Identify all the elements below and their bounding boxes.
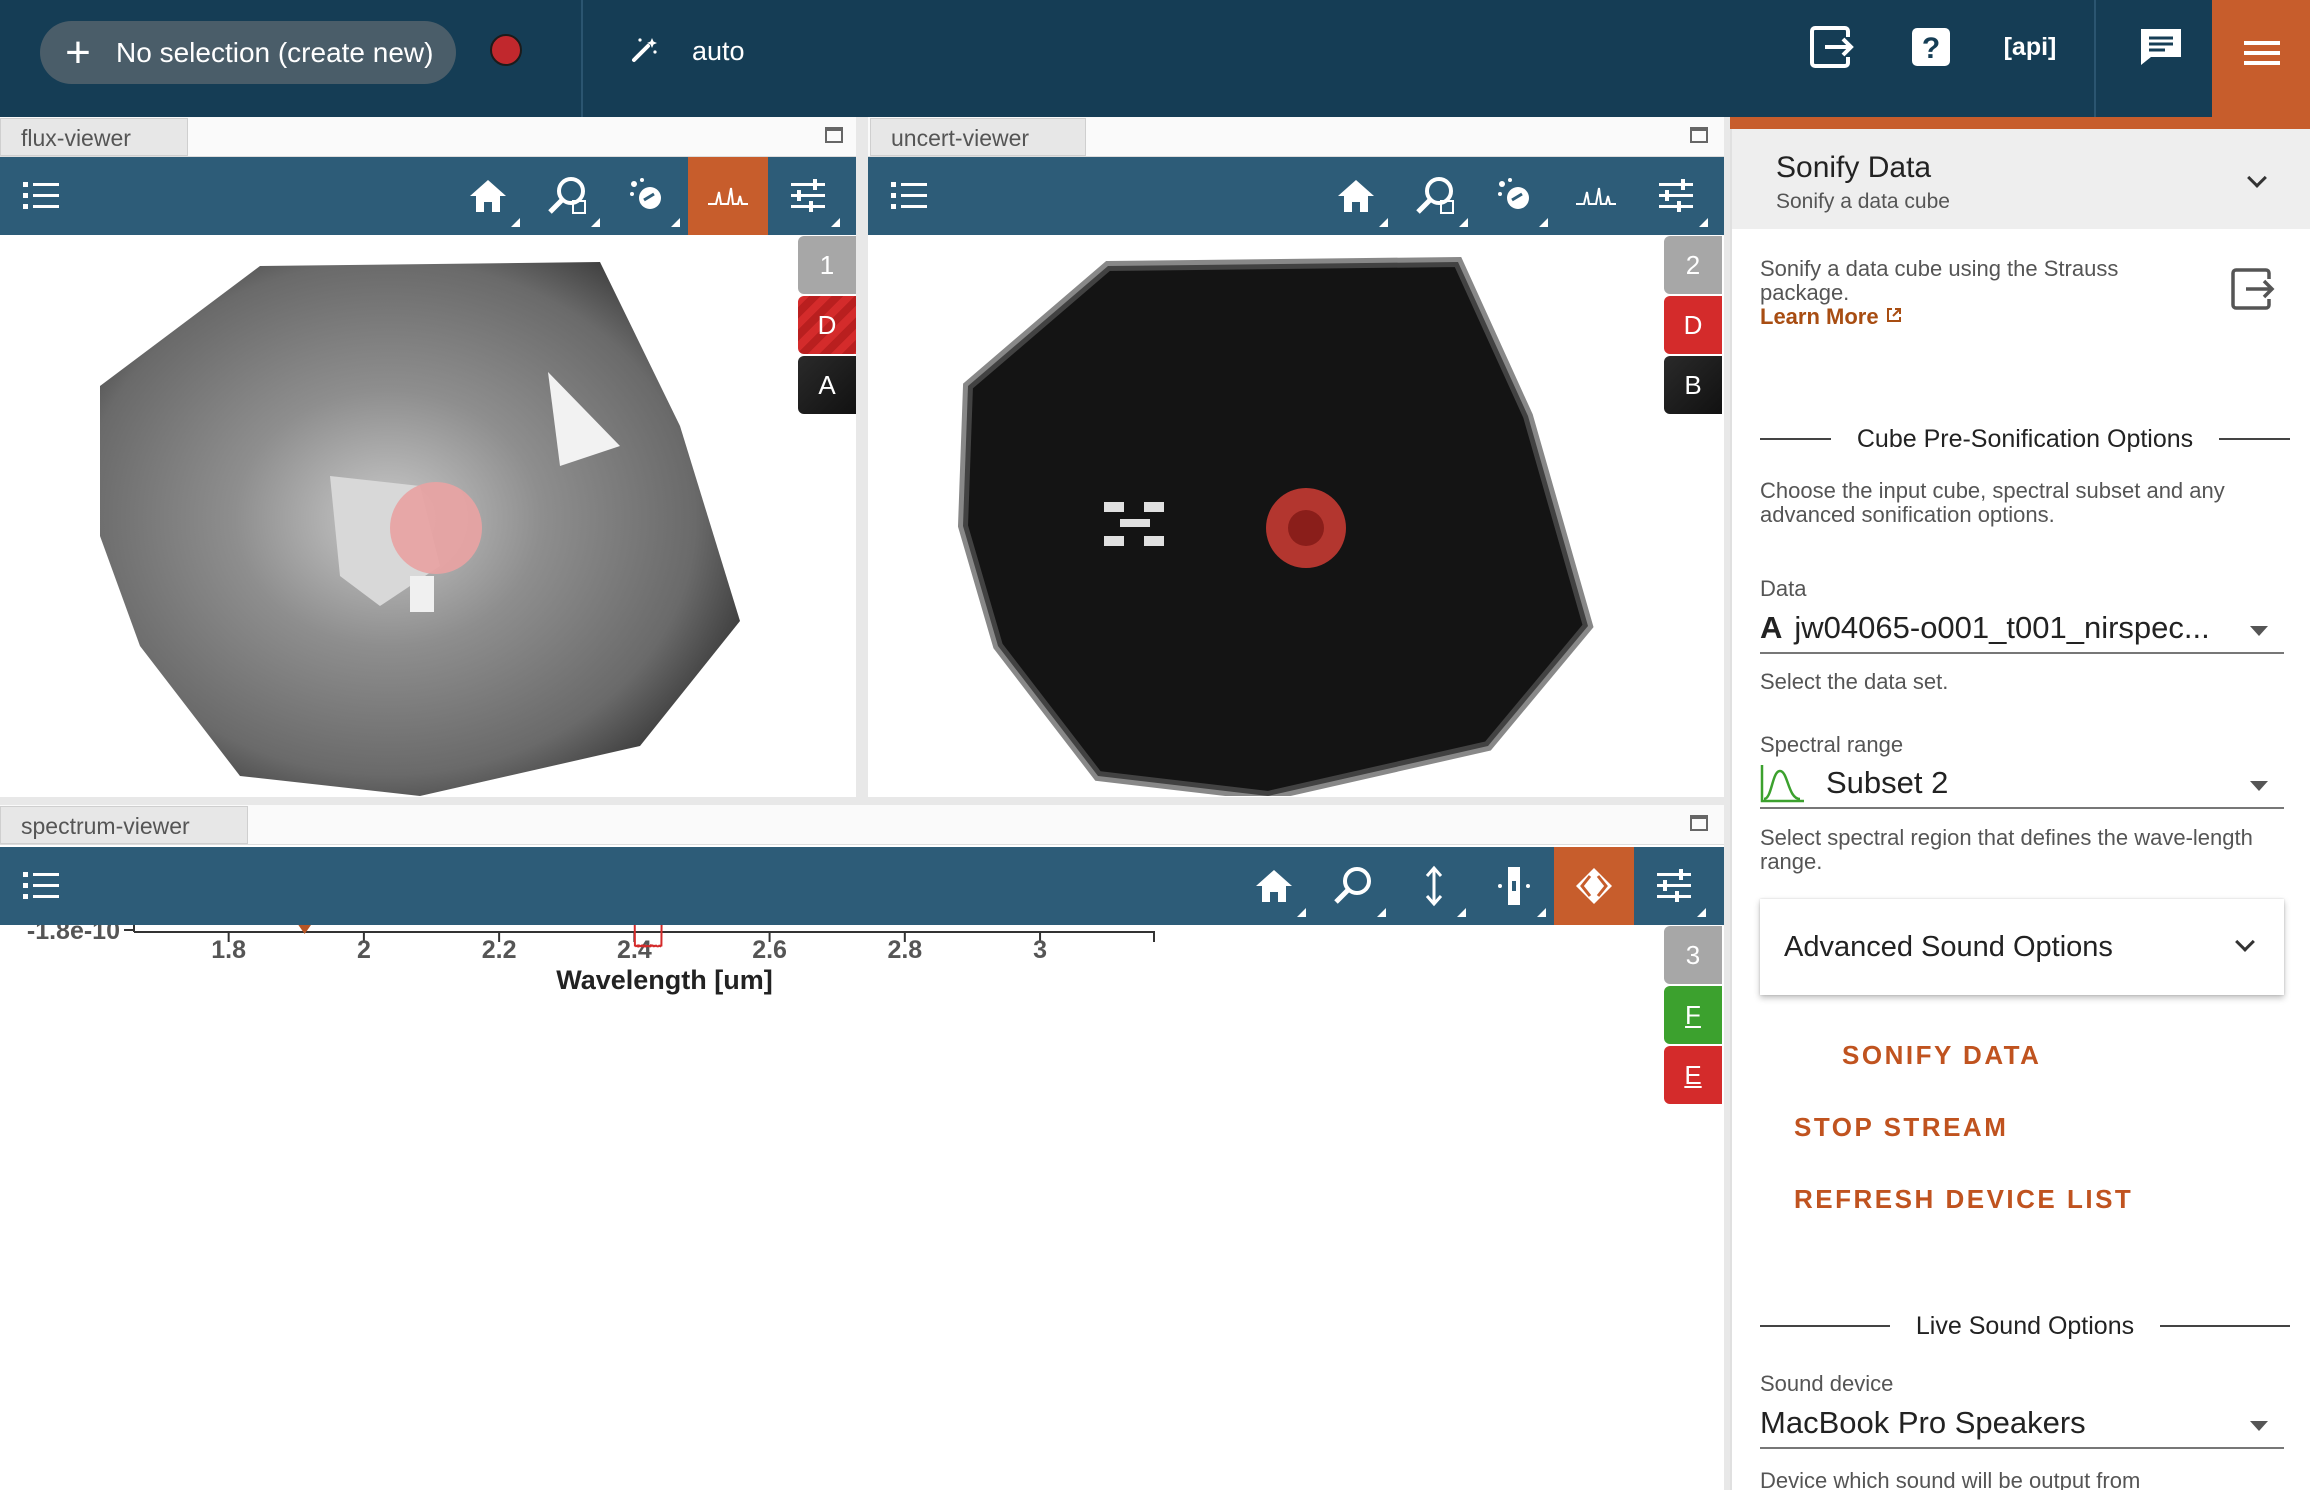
live-section-title: Live Sound Options xyxy=(1915,1311,2135,1340)
export-icon[interactable] xyxy=(1808,22,1858,72)
settings-icon[interactable] xyxy=(1636,157,1716,235)
toolbar-divider xyxy=(2094,0,2096,117)
external-link-icon xyxy=(1886,308,1901,322)
home-icon[interactable] xyxy=(1316,157,1396,235)
help-icon[interactable]: ? xyxy=(1906,22,1956,72)
viewer-splitter[interactable] xyxy=(856,117,868,797)
chevron-down-icon xyxy=(2250,626,2268,636)
learn-more-label: Learn More xyxy=(1760,304,1879,329)
spectral-range-value: Subset 2 xyxy=(1826,765,1949,800)
plugin-header[interactable]: Sonify Data Sonify a data cube xyxy=(1732,129,2310,229)
cube-section-title: Cube Pre-Sonification Options xyxy=(1856,424,2194,453)
x-tick-label: 2.8 xyxy=(887,936,922,964)
sound-device-value: MacBook Pro Speakers xyxy=(1760,1405,2086,1440)
uncert-viewer-toolbar xyxy=(868,157,1724,235)
magic-wand-icon[interactable] xyxy=(628,34,660,74)
data-field-hint: Select the data set. xyxy=(1760,669,1949,694)
flux-viewer-toolbar xyxy=(0,157,856,235)
pan-vertical-icon[interactable] xyxy=(1394,847,1474,925)
x-tick-label: 3 xyxy=(1033,936,1047,964)
spectral-range-label: Spectral range xyxy=(1760,732,1904,757)
spectrum-viewer-tabstrip xyxy=(0,805,1724,845)
x-tick-label: 2.6 xyxy=(752,936,787,964)
home-icon[interactable] xyxy=(448,157,528,235)
plugin-subtitle: Sonify a data cube xyxy=(1776,190,1950,213)
subset-mode-label[interactable]: auto xyxy=(692,36,745,67)
spectrum-icon[interactable] xyxy=(1556,157,1636,235)
refresh-device-list-button[interactable]: REFRESH DEVICE LIST xyxy=(1794,1184,2133,1215)
spectral-range-select[interactable]: Subset 2 xyxy=(1760,759,2284,809)
advanced-sound-options-label: Advanced Sound Options xyxy=(1784,931,2113,963)
settings-icon[interactable] xyxy=(1634,847,1714,925)
chevron-down-icon xyxy=(2250,781,2268,791)
uncert-viewer-tab[interactable]: uncert-viewer xyxy=(870,118,1086,156)
cube-section-header: Cube Pre-Sonification Options xyxy=(1760,424,2291,454)
top-app-bar: + No selection (create new) auto ? [api] xyxy=(0,0,2310,117)
plugin-title: Sonify Data xyxy=(1776,151,1932,184)
flux-cube-image[interactable] xyxy=(0,236,856,796)
data-select-value: jw04065-o001_t001_nirspec... xyxy=(1794,610,2210,645)
maximize-icon[interactable] xyxy=(1690,815,1708,831)
uncert-cube-image[interactable] xyxy=(868,236,1724,796)
subset-select-label: No selection (create new) xyxy=(116,36,434,68)
sound-device-label: Sound device xyxy=(1760,1371,1894,1396)
zoom-icon[interactable] xyxy=(1396,157,1476,235)
live-section-header: Live Sound Options xyxy=(1760,1311,2291,1341)
export-icon[interactable] xyxy=(2230,267,2278,316)
data-prefix: A xyxy=(1760,610,1783,645)
plus-icon: + xyxy=(65,27,91,77)
maximize-icon[interactable] xyxy=(1690,127,1708,143)
stop-stream-button[interactable]: STOP STREAM xyxy=(1794,1112,2008,1143)
chevron-down-icon xyxy=(2250,1421,2268,1431)
lasso-icon[interactable] xyxy=(608,157,688,235)
plugin-description: Sonify a data cube using the Strauss pac… xyxy=(1760,257,2200,329)
plugin-tray: Sonify Data Sonify a data cube Sonify a … xyxy=(1730,129,2310,1490)
chat-icon[interactable] xyxy=(2136,22,2186,72)
subset-spectral-icon xyxy=(1760,765,1804,803)
plugin-description-text: Sonify a data cube using the Strauss pac… xyxy=(1760,256,2119,305)
zoom-icon[interactable] xyxy=(528,157,608,235)
chevron-down-icon[interactable] xyxy=(2247,168,2267,188)
spectrum-icon[interactable] xyxy=(688,157,768,235)
plugin-tray-accent xyxy=(1730,117,2310,129)
list-icon[interactable] xyxy=(868,157,950,235)
maximize-icon[interactable] xyxy=(825,127,843,143)
menu-icon[interactable] xyxy=(2212,0,2310,117)
x-tick-label: 2 xyxy=(357,936,371,964)
viewer-splitter[interactable] xyxy=(0,797,1724,805)
learn-more-link[interactable]: Learn More xyxy=(1760,304,1903,329)
sonify-data-button[interactable]: SONIFY DATA xyxy=(1842,1040,2041,1071)
spectral-range-hint: Select spectral region that defines the … xyxy=(1760,825,2253,874)
range-icon[interactable] xyxy=(1474,847,1554,925)
spectrum-viewer-tab[interactable]: spectrum-viewer xyxy=(0,806,248,844)
subset-color-dot[interactable] xyxy=(490,34,522,66)
spectrum-viewer-toolbar xyxy=(0,847,1724,925)
data-select[interactable]: A jw04065-o001_t001_nirspec... xyxy=(1760,604,2284,654)
x-axis-label: Wavelength [um] xyxy=(556,965,773,995)
flux-viewer-tab[interactable]: flux-viewer xyxy=(0,118,188,156)
api-button[interactable]: [api] xyxy=(2000,22,2060,72)
lasso-icon[interactable] xyxy=(1476,157,1556,235)
cube-section-description: Choose the input cube, spectral subset a… xyxy=(1760,478,2225,527)
sound-device-hint: Device which sound will be output from xyxy=(1760,1468,2141,1490)
subset-select-button[interactable]: + No selection (create new) xyxy=(40,21,456,84)
home-icon[interactable] xyxy=(1234,847,1314,925)
y-tick-label: -1.8e-10 xyxy=(27,925,120,945)
spectrum-chart[interactable]: 2.5e-92.2e-91.8e-91.4e-99.9e-106.0e-102.… xyxy=(0,925,1724,1490)
zoom-icon[interactable] xyxy=(1314,847,1394,925)
advanced-sound-options-panel[interactable]: Advanced Sound Options xyxy=(1760,899,2284,995)
list-icon[interactable] xyxy=(0,157,82,235)
toolbar-divider xyxy=(581,0,583,117)
x-tick-label: 1.8 xyxy=(211,936,246,964)
svg-text:?: ? xyxy=(1922,32,1940,65)
list-icon[interactable] xyxy=(0,847,82,925)
settings-icon[interactable] xyxy=(768,157,848,235)
sound-device-select[interactable]: MacBook Pro Speakers xyxy=(1760,1399,2284,1449)
chevron-down-icon xyxy=(2235,932,2255,952)
x-tick-label: 2.2 xyxy=(482,936,517,964)
data-field-label: Data xyxy=(1760,576,1807,601)
line-marker-icon[interactable] xyxy=(1554,847,1634,925)
